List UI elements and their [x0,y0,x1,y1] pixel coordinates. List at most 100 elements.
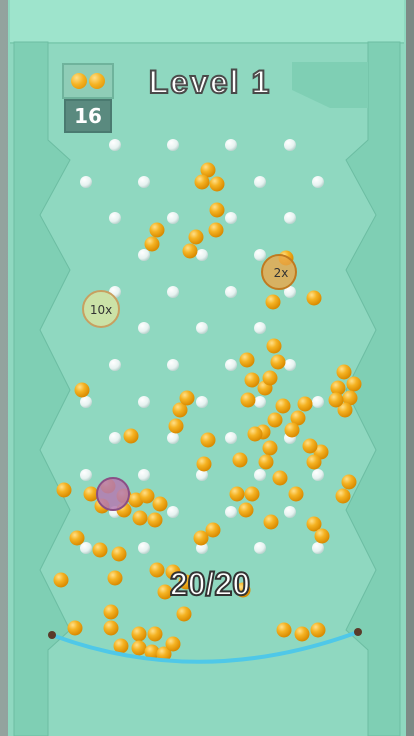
gold-ball-icon [89,73,105,89]
peg [225,212,237,224]
peg [167,212,179,224]
gold-ball [147,626,163,642]
gold-ball [310,622,326,638]
multiplier-2x[interactable]: 2x [261,254,297,290]
gold-ball [276,622,292,638]
peg [109,432,121,444]
gold-ball [238,502,254,518]
peg [167,139,179,151]
gold-ball [302,438,318,454]
gold-ball [144,236,160,252]
gold-ball [306,454,322,470]
gold-ball [314,528,330,544]
gold-ball [53,572,69,588]
gold-ball [111,546,127,562]
gold-ball [267,412,283,428]
gold-ball [258,454,274,470]
peg [284,212,296,224]
gold-ball [182,243,198,259]
peg [225,506,237,518]
gold-ball [346,376,362,392]
peg [196,322,208,334]
peg [80,396,92,408]
peg [138,396,150,408]
peg [138,542,150,554]
gold-ball [247,426,263,442]
balls-icon-box [62,63,114,99]
rope-anchor-right [354,628,362,636]
peg [284,139,296,151]
peg [167,286,179,298]
gold-ball [139,488,155,504]
peg [225,359,237,371]
peg [254,249,266,261]
rope-anchor-left [48,631,56,639]
gold-ball [152,496,168,512]
balls-remaining-count: 16 [64,99,112,133]
gold-ball [335,488,351,504]
collector-rope[interactable] [51,630,359,664]
top-right-notch [292,62,368,108]
left-wall [13,41,71,736]
multiplier-10x[interactable]: 10x [82,290,120,328]
gold-ball [336,364,352,380]
gold-ball [194,174,210,190]
multiplier-10x-label: 10x [90,303,112,317]
gold-ball [341,474,357,490]
multiplier-bubble-purple[interactable] [96,477,130,511]
peg [312,396,324,408]
multiplier-2x-label: 2x [274,266,289,280]
gold-ball [232,452,248,468]
peg [138,469,150,481]
gold-ball [244,486,260,502]
peg [196,396,208,408]
peg [254,469,266,481]
peg [167,432,179,444]
peg [109,359,121,371]
gold-ball [196,456,212,472]
gold-ball [165,636,181,652]
gold-ball [131,640,147,656]
peg [167,359,179,371]
gold-ball [168,418,184,434]
peg [167,506,179,518]
peg [109,139,121,151]
gold-ball [188,229,204,245]
gold-ball [208,222,224,238]
gold-ball [123,428,139,444]
gold-ball [56,482,72,498]
gold-ball [244,372,260,388]
level-title: Level 1 [148,63,272,101]
gold-ball [74,382,90,398]
gold-ball [275,398,291,414]
peg [109,212,121,224]
gold-ball [270,354,286,370]
peg [138,322,150,334]
gold-ball [240,392,256,408]
gold-ball [294,626,310,642]
gold-ball [288,486,304,502]
peg [225,139,237,151]
gold-ball [147,512,163,528]
gold-ball [113,638,129,654]
peg [138,249,150,261]
gold-ball [131,626,147,642]
gold-ball [209,176,225,192]
peg [225,432,237,444]
gold-ball [328,392,344,408]
gold-ball [262,440,278,456]
gold-ball [149,222,165,238]
gold-ball [272,470,288,486]
gold-ball [69,530,85,546]
gold-ball [200,432,216,448]
gold-ball [262,370,278,386]
gold-ball [132,510,148,526]
peg [254,176,266,188]
gold-ball [239,352,255,368]
peg [196,249,208,261]
peg [284,359,296,371]
gold-ball [306,290,322,306]
gold-ball [229,486,245,502]
peg [284,506,296,518]
playfield[interactable]: 10x 2x [0,0,414,736]
